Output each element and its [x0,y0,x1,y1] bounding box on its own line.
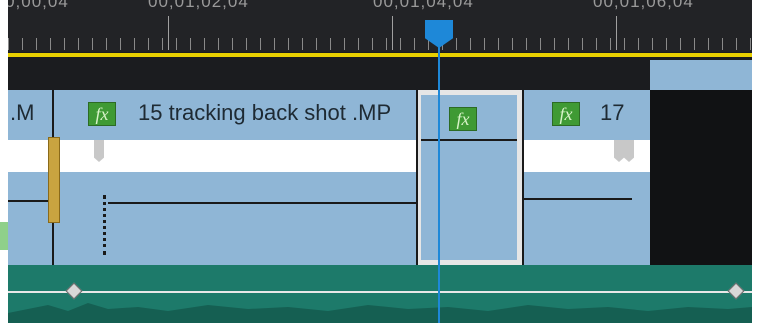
edit-point[interactable] [522,90,524,265]
dotted-cut-line [103,195,106,255]
marker-flag[interactable] [614,140,624,162]
clip-15[interactable]: fx 15 tracking back shot .MP [52,90,416,265]
timecode-1: 00;00;00;04 [8,0,69,11]
sequence-timeline: 00;00;00;04 00;01;02;04 00;01;04;04 00;0… [8,0,752,323]
ruler-major-tick [168,16,169,50]
clip-14[interactable]: .M [8,90,52,265]
clip-selected[interactable]: fx [416,90,522,265]
fx-badge[interactable]: fx [552,102,580,126]
work-area-bar[interactable] [8,53,752,57]
ruler-major-tick [616,16,617,50]
time-ruler[interactable]: 00;00;00;04 00;01;02;04 00;01;04;04 00;0… [8,0,752,52]
fx-badge[interactable]: fx [88,102,116,126]
ruler-major-tick [392,16,393,50]
timecode-2: 00;01;02;04 [148,0,249,11]
playhead-line[interactable] [438,40,440,323]
upper-track-clip[interactable] [650,60,752,90]
audio-track[interactable] [8,265,752,323]
audio-waveform [8,303,752,323]
empty-track-gap [650,90,752,265]
marker-flag[interactable] [94,140,104,162]
transition-marker[interactable] [48,137,60,223]
clip-17-label: 17 [600,100,625,125]
clip-15-label: 15 tracking back shot .MP [138,100,392,125]
clip-17[interactable]: fx 17 [522,90,650,265]
marker-flag[interactable] [624,140,634,162]
timecode-4: 00;01;06;04 [593,0,694,11]
fx-badge[interactable]: fx [449,107,477,131]
timecode-3: 00;01;04;04 [373,0,474,11]
edit-point[interactable] [416,90,418,265]
clip-14-label: .M [10,100,35,125]
volume-rubber-band[interactable] [8,291,752,293]
ruler-ticks [8,38,752,50]
